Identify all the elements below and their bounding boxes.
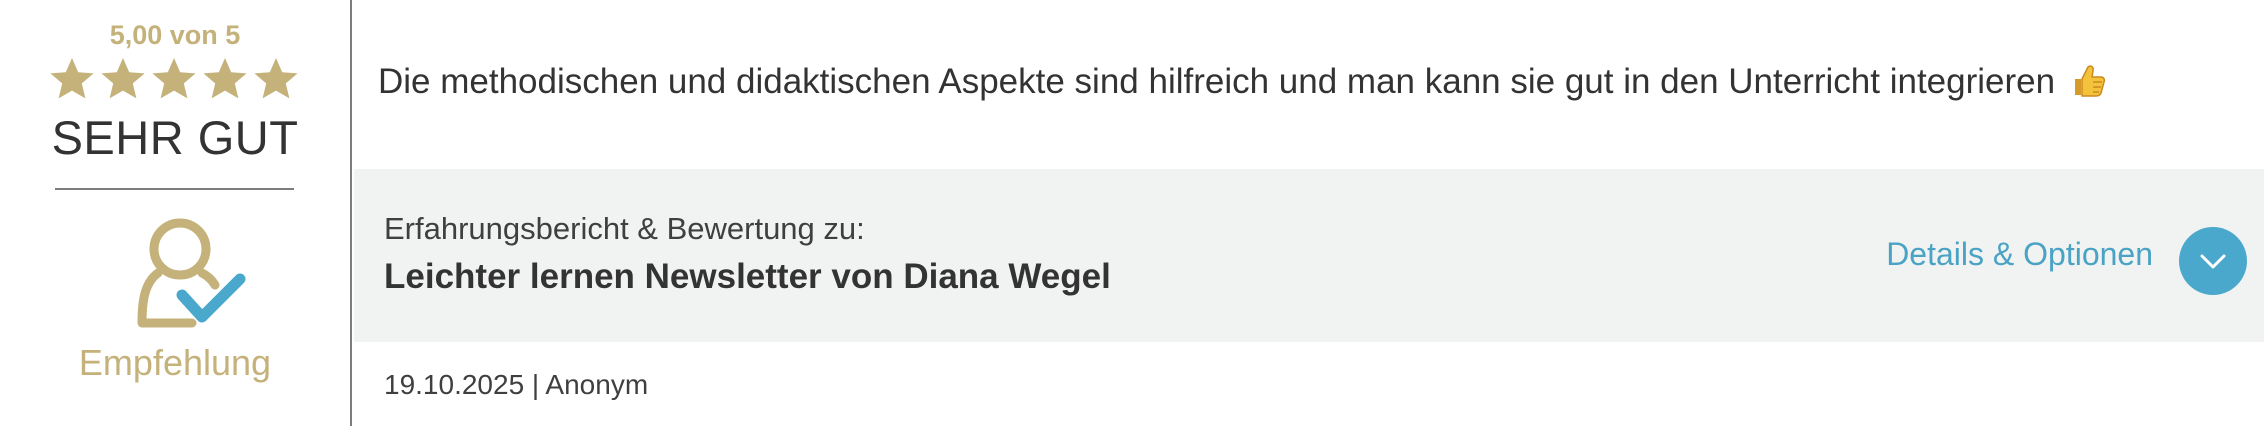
product-title: Leichter lernen Newsletter von Diana Weg… (384, 257, 1111, 296)
review-text: Die methodischen und didaktischen Aspekt… (378, 62, 2107, 102)
star-rating (48, 55, 300, 103)
product-panel: Erfahrungsbericht & Bewertung zu: Leicht… (354, 169, 2264, 342)
details-options-link[interactable]: Details & Optionen (1886, 236, 2153, 273)
chevron-down-icon (2200, 254, 2226, 269)
star-icon (50, 58, 94, 99)
rating-verdict: SEHR GUT (51, 111, 299, 164)
rating-score: 5,00 von 5 (109, 20, 241, 50)
thumbs-up-icon (2074, 65, 2105, 97)
review-text-content: Die methodischen und didaktischen Aspekt… (378, 62, 2056, 101)
recommendation-label: Empfehlung (78, 342, 272, 383)
star-icon (152, 58, 196, 99)
star-icon (101, 58, 145, 99)
verified-user-icon (137, 218, 246, 328)
panel-label: Erfahrungsbericht & Bewertung zu: (384, 211, 865, 246)
star-icon (203, 58, 247, 99)
review-meta: 19.10.2025 | Anonym (384, 369, 649, 400)
star-icon (254, 58, 298, 99)
rating-sidebar: 5,00 von 5 SEHR GUT Empfehlung (0, 0, 352, 426)
details-options-button[interactable] (2179, 227, 2247, 295)
divider (55, 188, 294, 190)
